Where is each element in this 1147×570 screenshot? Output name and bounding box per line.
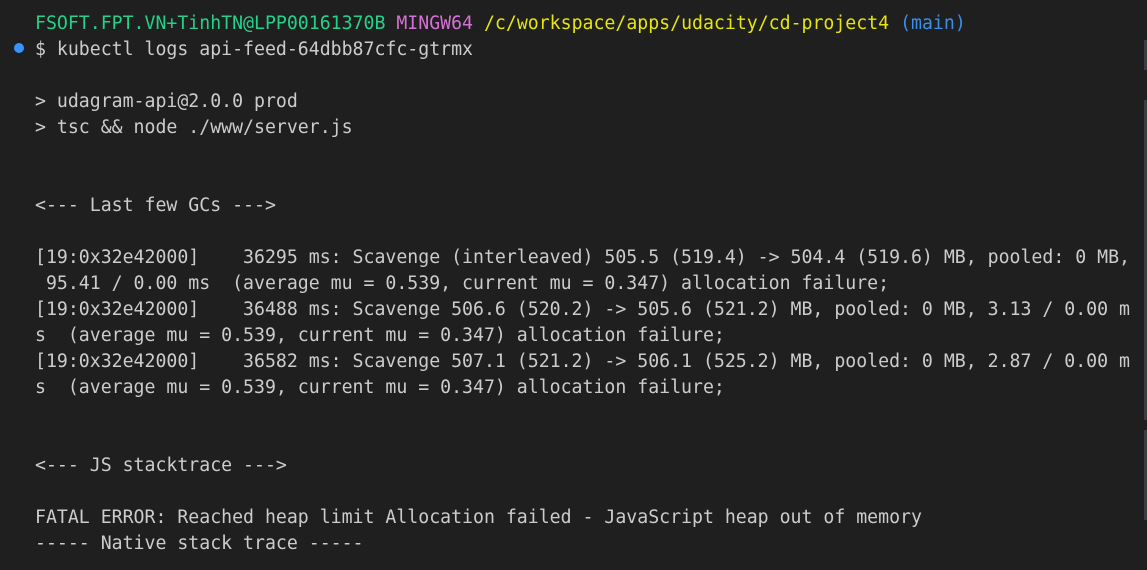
prompt-branch: (main) bbox=[900, 13, 966, 34]
gc-header: <--- Last few GCs ---> bbox=[35, 195, 276, 216]
gc-log-line: s (average mu = 0.539, current mu = 0.34… bbox=[35, 377, 725, 398]
native-trace-header: ----- Native stack trace ----- bbox=[35, 533, 364, 554]
npm-output-line: > tsc && node ./www/server.js bbox=[35, 117, 353, 138]
npm-output-line: > udagram-api@2.0.0 prod bbox=[35, 91, 298, 112]
fatal-error-line: FATAL ERROR: Reached heap limit Allocati… bbox=[35, 507, 922, 528]
prompt-user: FSOFT.FPT.VN+TinhTN@LPP00161370B bbox=[35, 13, 386, 34]
prompt-shell: MINGW64 bbox=[396, 13, 474, 34]
gc-log-line: [19:0x32e42000] 36582 ms: Scavenge 507.1… bbox=[35, 351, 1130, 372]
js-stacktrace-header: <--- JS stacktrace ---> bbox=[35, 455, 287, 476]
gc-log-line: [19:0x32e42000] 36295 ms: Scavenge (inte… bbox=[35, 247, 1130, 268]
gc-log-line: s (average mu = 0.539, current mu = 0.34… bbox=[35, 325, 725, 346]
gc-log-line: [19:0x32e42000] 36488 ms: Scavenge 506.6… bbox=[35, 299, 1130, 320]
terminal-panel[interactable]: FSOFT.FPT.VN+TinhTN@LPP00161370B MINGW64… bbox=[0, 0, 1147, 570]
command-decoration-icon[interactable] bbox=[14, 43, 24, 53]
terminal-scrollbar[interactable] bbox=[1133, 0, 1147, 570]
command-line: $ kubectl logs api-feed-64dbb87cfc-gtrmx bbox=[35, 39, 473, 60]
prompt-path: /c/workspace/apps/udacity/cd-project4 bbox=[483, 13, 890, 34]
gc-log-line: 95.41 / 0.00 ms (average mu = 0.539, cur… bbox=[35, 273, 890, 294]
terminal-output: FSOFT.FPT.VN+TinhTN@LPP00161370B MINGW64… bbox=[35, 11, 1137, 557]
prompt-line: FSOFT.FPT.VN+TinhTN@LPP00161370B MINGW64… bbox=[35, 11, 1137, 37]
